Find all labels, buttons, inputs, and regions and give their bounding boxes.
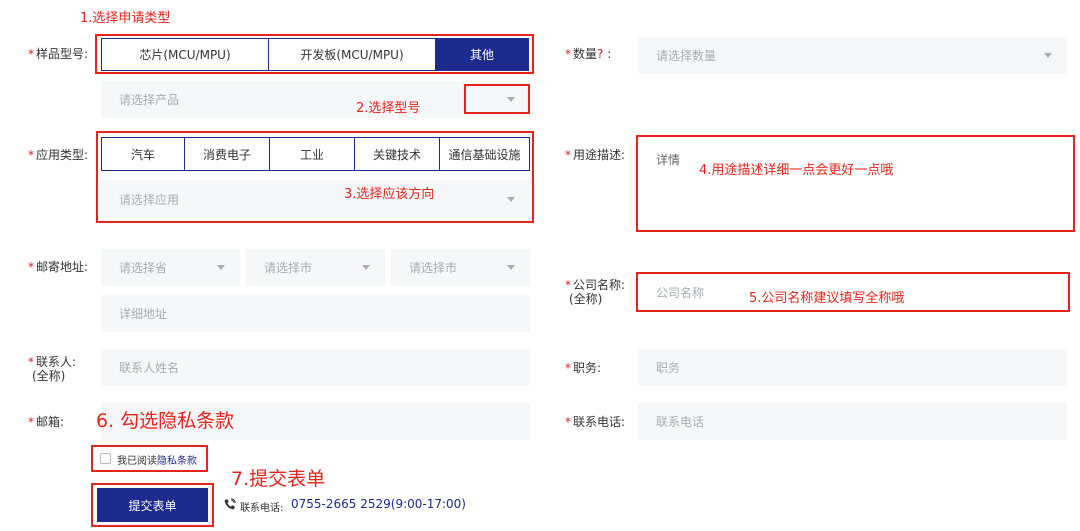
- phone-icon: [223, 498, 236, 514]
- application-select[interactable]: 请选择应用: [101, 180, 530, 218]
- application-placeholder: 请选择应用: [119, 192, 180, 207]
- chevron-down-icon: [507, 197, 515, 202]
- annotation-step-4: 4.用途描述详细一点会更好一点哦: [699, 163, 894, 178]
- usage-placeholder: 详情: [656, 153, 681, 167]
- chevron-down-icon: [1044, 53, 1052, 58]
- annotation-step-2: 2.选择型号: [356, 101, 421, 116]
- chevron-down-icon: [217, 265, 225, 270]
- usage-textarea[interactable]: [636, 135, 1075, 232]
- quantity-select[interactable]: 请选择数量: [638, 37, 1067, 74]
- application-option-auto[interactable]: 汽车: [101, 137, 185, 171]
- quantity-label: * 数量? :: [565, 47, 612, 61]
- application-option-industrial[interactable]: 工业: [269, 137, 355, 171]
- address-detail-input[interactable]: 详细地址: [101, 295, 530, 332]
- contact-label: * 联系人: (全称): [28, 355, 77, 383]
- annotation-step-7: 7.提交表单: [231, 468, 326, 490]
- hotline-number: 0755-2665 2529(9:00-17:00): [291, 497, 466, 511]
- position-label: * 职务:: [565, 361, 602, 375]
- chevron-down-icon: [507, 265, 515, 270]
- quantity-placeholder: 请选择数量: [656, 49, 717, 63]
- sample-type-option-other[interactable]: 其他: [435, 38, 529, 71]
- position-input[interactable]: 职务: [638, 349, 1067, 386]
- hotline-label: 联系电话:: [240, 503, 284, 514]
- application-segmented: 汽车 消费电子 工业 关键技术 通信基础设施: [101, 137, 530, 171]
- usage-label: * 用途描述:: [565, 148, 626, 162]
- chevron-down-icon: [362, 265, 370, 270]
- company-label: * 公司名称: (全称): [565, 278, 626, 306]
- annotation-step-1: 1.选择申请类型: [80, 11, 171, 26]
- submit-button[interactable]: 提交表单: [97, 488, 208, 522]
- sample-type-option-devboard[interactable]: 开发板(MCU/MPU): [268, 38, 436, 71]
- address-label: * 邮寄地址:: [28, 260, 89, 274]
- product-select-placeholder: 请选择产品: [119, 93, 180, 107]
- company-placeholder: 公司名称: [656, 286, 705, 300]
- annotation-step-6: 6. 勾选隐私条款: [96, 410, 235, 432]
- application-option-telecom[interactable]: 通信基础设施: [439, 137, 530, 171]
- sample-type-label: * 样品型号:: [28, 47, 89, 61]
- privacy-link[interactable]: 隐私条款: [157, 456, 197, 467]
- application-option-consumer[interactable]: 消费电子: [184, 137, 270, 171]
- application-label: * 应用类型:: [28, 148, 89, 162]
- annotation-step-3: 3.选择应该方向: [344, 187, 435, 202]
- phone-label: * 联系电话:: [565, 415, 626, 429]
- application-option-key-tech[interactable]: 关键技术: [354, 137, 440, 171]
- sample-type-option-chip[interactable]: 芯片(MCU/MPU): [101, 38, 269, 71]
- chevron-down-icon: [507, 97, 515, 102]
- annotation-step-5: 5.公司名称建议填写全称哦: [749, 291, 905, 306]
- contact-input[interactable]: 联系人姓名: [101, 349, 530, 386]
- privacy-text: 我已阅读隐私条款: [117, 456, 197, 467]
- sample-type-segmented: 芯片(MCU/MPU) 开发板(MCU/MPU) 其他: [101, 38, 530, 71]
- privacy-checkbox[interactable]: [100, 453, 111, 464]
- phone-input[interactable]: 联系电话: [638, 403, 1067, 440]
- product-arrow-highlight: [464, 84, 530, 114]
- email-label: * 邮箱:: [28, 415, 65, 429]
